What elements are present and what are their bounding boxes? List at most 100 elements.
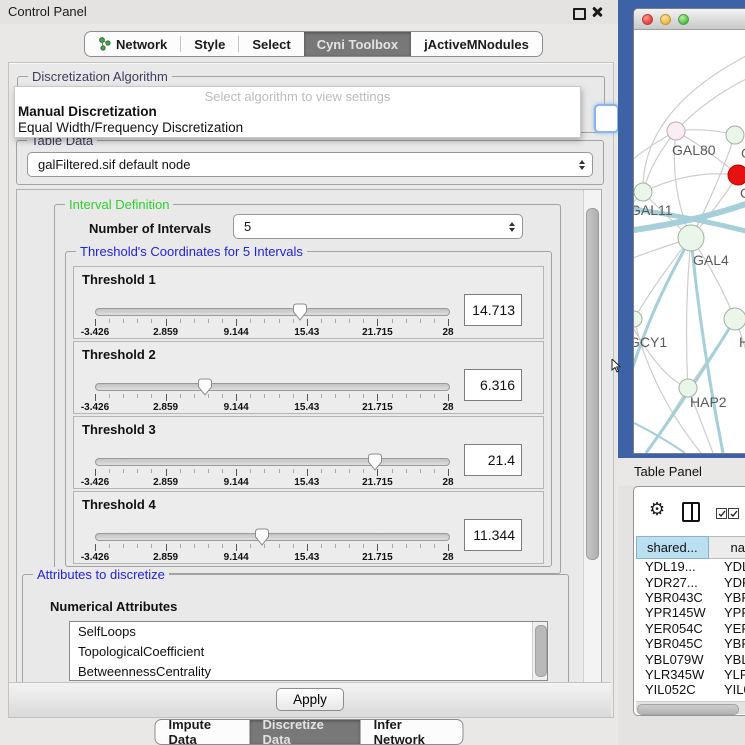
tick-mark — [180, 319, 181, 323]
tick-label: 2.859 — [153, 402, 178, 413]
slider-tick-labels: -3.4262.8599.14415.4321.71528 — [95, 477, 448, 487]
tick-mark — [335, 319, 336, 323]
close-traffic-light-icon[interactable] — [642, 14, 653, 25]
attribute-item-selfloops[interactable]: SelfLoops — [70, 622, 547, 642]
table-panel: ⚙ shared... na YDL19...YDL19...YDR27...Y… — [633, 486, 745, 716]
tab-discretize-data[interactable]: Discretize Data — [249, 720, 360, 744]
attribute-item-betweennesscentrality[interactable]: BetweennessCentrality — [70, 662, 547, 681]
tab-label: Network — [116, 37, 167, 52]
float-window-icon[interactable] — [573, 8, 586, 20]
tab-style[interactable]: Style — [181, 32, 238, 56]
tick-mark — [448, 544, 449, 551]
table-row[interactable]: YPR145WYPR145W — [636, 605, 745, 620]
column-header-name[interactable]: na — [709, 536, 745, 559]
algorithm-option-equal-width[interactable]: Equal Width/Frequency Discretization — [18, 120, 243, 135]
threshold-value-field[interactable]: 14.713 — [464, 294, 522, 326]
table-row[interactable]: YBR043CYBR043C — [636, 590, 745, 605]
tab-jactivemnodules[interactable]: jActiveMNodules — [411, 32, 542, 56]
settings-scroll-thumb[interactable] — [586, 208, 599, 560]
tick-label: 28 — [442, 327, 453, 338]
checkbox-icon[interactable] — [728, 508, 739, 519]
tick-label: 21.715 — [362, 402, 393, 413]
threshold-value-field[interactable]: 21.4 — [464, 444, 522, 476]
tick-mark — [406, 544, 407, 548]
tick-mark — [321, 544, 322, 548]
tick-label: 15.43 — [294, 402, 319, 413]
table-row[interactable]: YBL079WYBL079W — [636, 651, 745, 666]
tick-mark — [349, 469, 350, 473]
network-node-gal11[interactable] — [634, 183, 652, 201]
tick-mark — [434, 394, 435, 398]
column-header-shared-name[interactable]: shared... — [636, 536, 709, 559]
table-horizontal-scrollbar[interactable] — [636, 701, 745, 714]
node-label-gal80: GAL80 — [672, 142, 716, 158]
attribute-item-topologicalcoefficient[interactable]: TopologicalCoefficient — [70, 642, 547, 662]
attributes-list-scroll-thumb[interactable] — [535, 625, 547, 677]
apply-strip: Apply — [9, 682, 611, 717]
network-node-c[interactable] — [728, 165, 745, 185]
table-data-combobox[interactable]: galFiltered.sif default node — [27, 152, 593, 177]
tick-mark — [279, 544, 280, 548]
gear-icon[interactable]: ⚙ — [649, 500, 665, 518]
settings-vertical-scrollbar[interactable] — [583, 190, 601, 682]
numerical-attributes-label: Numerical Attributes — [50, 599, 177, 614]
tick-mark — [236, 469, 237, 476]
tick-mark — [293, 469, 294, 473]
threshold-slider-4[interactable] — [95, 533, 450, 541]
cell-name: YDL19... — [711, 559, 745, 574]
network-node-gal80[interactable] — [667, 122, 685, 140]
table-hscroll-thumb[interactable] — [637, 704, 739, 715]
cyni-toolbox-panel: Discretization Algorithm Select algorith… — [8, 62, 614, 718]
tab-infer-network[interactable]: Infer Network — [361, 720, 463, 744]
number-of-intervals-combobox[interactable]: 5 — [233, 214, 523, 239]
tab-network[interactable]: Network — [85, 32, 180, 56]
tick-mark — [109, 469, 110, 473]
network-node-h[interactable] — [724, 308, 745, 330]
tab-select[interactable]: Select — [239, 32, 303, 56]
network-node-ga[interactable] — [726, 126, 744, 144]
table-row[interactable]: YER054CYER054C — [636, 621, 745, 636]
tab-impute-data[interactable]: Impute Data — [156, 720, 250, 744]
tick-mark — [321, 469, 322, 473]
numerical-attributes-list[interactable]: SelfLoopsTopologicalCoefficientBetweenne… — [69, 621, 548, 681]
zoom-traffic-light-icon[interactable] — [678, 14, 689, 25]
tick-mark — [321, 319, 322, 323]
app-root: Control Panel NetworkStyleSelectCyni Too… — [0, 0, 745, 745]
threshold-panel-4: Threshold 4-3.4262.8599.14415.4321.71528… — [73, 491, 544, 564]
network-node-gal4[interactable] — [678, 225, 704, 251]
threshold-value-field[interactable]: 6.316 — [464, 369, 522, 401]
table-row[interactable]: YBR045CYBR045C — [636, 636, 745, 651]
tick-mark — [279, 394, 280, 398]
network-edge[interactable] — [676, 79, 745, 131]
split-view-icon[interactable] — [682, 502, 700, 522]
threshold-slider-3[interactable] — [95, 458, 450, 466]
cell-name: YIL052C — [711, 682, 745, 697]
network-edge[interactable] — [687, 238, 691, 388]
network-canvas[interactable]: GAL80GACGAL11GAL4GCY1HHAP2 — [634, 29, 745, 453]
threshold-slider-1[interactable] — [95, 308, 450, 316]
tick-mark — [95, 394, 96, 401]
tick-mark — [279, 469, 280, 473]
algorithm-combobox[interactable] — [594, 104, 619, 133]
network-edge[interactable] — [643, 174, 738, 192]
tick-mark — [420, 469, 421, 473]
checkbox-icon[interactable] — [716, 508, 727, 519]
table-row[interactable]: YDL19...YDL19... — [636, 559, 745, 574]
node-label-hap2: HAP2 — [690, 394, 727, 410]
attributes-list-scrollbar[interactable] — [532, 622, 547, 680]
table-row[interactable]: YLR345WYLR345W — [636, 667, 745, 682]
tab-cyni-toolbox[interactable]: Cyni Toolbox — [304, 32, 411, 56]
table-row[interactable]: YDR27...YDR27... — [636, 574, 745, 589]
threshold-slider-2[interactable] — [95, 383, 450, 391]
algorithm-option-manual[interactable]: Manual Discretization — [18, 104, 157, 119]
threshold-value-field[interactable]: 11.344 — [464, 519, 522, 551]
minimize-traffic-light-icon[interactable] — [660, 14, 671, 25]
apply-button[interactable]: Apply — [276, 688, 344, 711]
tick-mark — [180, 469, 181, 473]
table-row[interactable]: YIL052CYIL052C — [636, 682, 745, 697]
threshold-label: Threshold 3 — [82, 422, 156, 437]
tick-mark — [166, 319, 167, 326]
combo-spinner-icon — [579, 160, 585, 170]
close-icon[interactable] — [591, 6, 602, 17]
network-node-gcy1[interactable] — [634, 311, 642, 327]
